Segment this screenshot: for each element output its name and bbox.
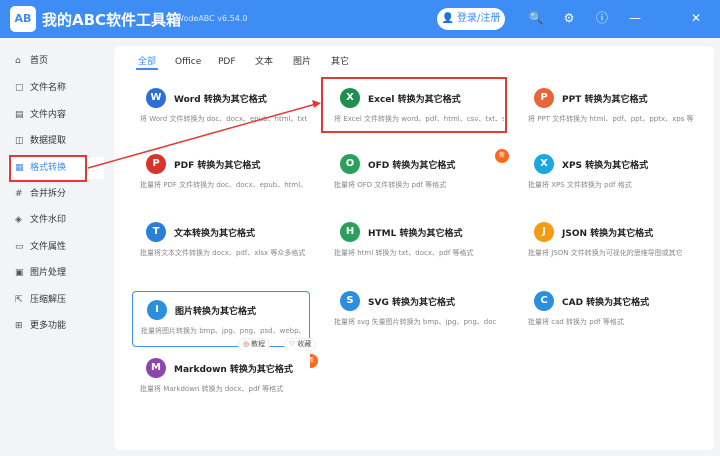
card-ofd[interactable]: O OFD 转换为其它格式 批量将 OFD 文件转换为 pdf 等格式 <box>326 146 504 202</box>
user-icon: 👤 <box>441 13 455 24</box>
sidebar-item-more[interactable]: ⊞ 更多功能 <box>8 315 104 337</box>
card-title: 文本转换为其它格式 <box>174 229 256 239</box>
svg-icon: S <box>340 291 360 311</box>
data-extract-icon: ◫ <box>15 136 24 146</box>
watermark-icon: ◈ <box>15 215 22 225</box>
title-bar: AB 我的ABC软件工具箱 WodeABC v6.54.0 👤 登录/注册 🔍 ⚙… <box>0 0 720 38</box>
home-icon: ⌂ <box>15 56 21 66</box>
tab-office[interactable]: Office <box>173 54 203 70</box>
card-desc: 批量将 OFD 文件转换为 pdf 等格式 <box>334 181 447 189</box>
card-title: Markdown 转换为其它格式 <box>174 365 293 375</box>
file-name-icon: ▢ <box>15 83 24 93</box>
xps-icon: X <box>534 154 554 174</box>
text-icon: T <box>146 222 166 242</box>
info-icon[interactable]: ⓘ <box>594 10 610 26</box>
card-xps[interactable]: X XPS 转换为其它格式 批量将 XPS 文件转换为 pdf 格式 <box>520 146 698 202</box>
app-title: 我的ABC软件工具箱 <box>42 11 182 29</box>
sidebar-item-file-name[interactable]: ▢ 文件名称 <box>8 77 104 99</box>
more-icon: ⊞ <box>15 321 23 331</box>
settings-icon[interactable]: ⚙ <box>561 10 577 26</box>
login-label: 登录/注册 <box>457 13 501 24</box>
sidebar-item-data-extract[interactable]: ◫ 数据提取 <box>8 130 104 152</box>
file-attr-icon: ▭ <box>15 242 24 252</box>
new-badge: 新 <box>495 149 509 163</box>
card-title: HTML 转换为其它格式 <box>368 229 463 239</box>
cad-icon: C <box>534 291 554 311</box>
tab-pdf[interactable]: PDF <box>216 54 238 70</box>
card-title: PDF 转换为其它格式 <box>174 161 261 171</box>
card-html[interactable]: H HTML 转换为其它格式 批量将 html 转换为 txt、docx、pdf… <box>326 214 504 270</box>
sidebar-item-file-content[interactable]: ▤ 文件内容 <box>8 104 104 126</box>
ofd-icon: O <box>340 154 360 174</box>
sidebar-item-home[interactable]: ⌂ 首页 <box>8 50 104 72</box>
app-version: WodeABC v6.54.0 <box>176 14 248 23</box>
highlight-box-sidebar <box>9 155 87 182</box>
card-title: SVG 转换为其它格式 <box>368 298 455 308</box>
tab-image[interactable]: 图片 <box>291 54 313 70</box>
card-word[interactable]: W Word 转换为其它格式 将 Word 文件转换为 doc、docx、epu… <box>132 80 310 136</box>
card-desc: 批量将 XPS 文件转换为 pdf 格式 <box>528 181 632 189</box>
tab-text[interactable]: 文本 <box>253 54 275 70</box>
card-desc: 批量将 html 转换为 txt、docx、pdf 等格式 <box>334 249 474 257</box>
card-ppt[interactable]: P PPT 转换为其它格式 将 PPT 文件转换为 html、pdf、ppt、p… <box>520 80 698 136</box>
app-logo: AB <box>10 6 36 32</box>
close-icon[interactable]: ✕ <box>688 10 704 26</box>
card-desc: 批量将图片转换为 bmp、jpg、png、psd、webp、 <box>141 327 306 335</box>
card-markdown[interactable]: M Markdown 转换为其它格式 批量将 Markdown 转换为 docx… <box>132 350 310 406</box>
card-title: XPS 转换为其它格式 <box>562 161 649 171</box>
image-process-icon: ▣ <box>15 268 24 278</box>
markdown-icon: M <box>146 358 166 378</box>
card-title: OFD 转换为其它格式 <box>368 161 456 171</box>
card-pdf[interactable]: P PDF 转换为其它格式 批量将 PDF 文件转换为 doc、docx、epu… <box>132 146 310 202</box>
sidebar: ⌂ 首页 ▢ 文件名称 ▤ 文件内容 ◫ 数据提取 ▦ 格式转换 # 合并拆分 ◈ 文件水印 … <box>0 38 108 456</box>
html-icon: H <box>340 222 360 242</box>
sidebar-item-watermark[interactable]: ◈ 文件水印 <box>8 209 104 231</box>
heart-icon: ♡ <box>289 340 296 348</box>
file-content-icon: ▤ <box>15 110 24 120</box>
pdf-icon: P <box>146 154 166 174</box>
sidebar-item-file-attr[interactable]: ▭ 文件属性 <box>8 236 104 258</box>
search-icon[interactable]: 🔍 <box>528 10 544 26</box>
card-text[interactable]: T 文本转换为其它格式 批量将文本文件转换为 docx、pdf、xlsx 等众多… <box>132 214 310 270</box>
card-title: CAD 转换为其它格式 <box>562 298 650 308</box>
card-json[interactable]: J JSON 转换为其它格式 批量将 JSON 文件转换为可视化的思维导图或其它 <box>520 214 698 270</box>
ppt-icon: P <box>534 88 554 108</box>
tab-all[interactable]: 全部 <box>136 54 159 70</box>
sidebar-item-merge-split[interactable]: # 合并拆分 <box>8 183 104 205</box>
card-title: Word 转换为其它格式 <box>174 95 267 105</box>
merge-split-icon: # <box>15 189 23 199</box>
card-desc: 批量将文本文件转换为 docx、pdf、xlsx 等众多格式 <box>140 249 306 257</box>
tab-other[interactable]: 其它 <box>329 54 351 70</box>
card-desc: 批量将 Markdown 转换为 docx、pdf 等格式 <box>140 385 284 393</box>
card-desc: 将 Word 文件转换为 doc、docx、epub、html、txt <box>140 115 308 123</box>
compress-icon: ⇱ <box>15 295 23 305</box>
card-desc: 批量将 JSON 文件转换为可视化的思维导图或其它 <box>528 249 683 257</box>
card-desc: 批量将 cad 转换为 pdf 等格式 <box>528 318 624 326</box>
tutorial-icon: ◎ <box>243 340 250 348</box>
highlight-box-excel <box>321 77 507 133</box>
card-desc: 将 PPT 文件转换为 html、pdf、ppt、pptx、xps 等 <box>528 115 694 123</box>
card-title: PPT 转换为其它格式 <box>562 95 648 105</box>
sidebar-item-compress[interactable]: ⇱ 压缩解压 <box>8 289 104 311</box>
card-image[interactable]: I 图片转换为其它格式 批量将图片转换为 bmp、jpg、png、psd、web… <box>132 291 310 347</box>
word-icon: W <box>146 88 166 108</box>
login-button[interactable]: 👤 登录/注册 <box>437 8 505 30</box>
sidebar-item-image-process[interactable]: ▣ 图片处理 <box>8 262 104 284</box>
card-cad[interactable]: C CAD 转换为其它格式 批量将 cad 转换为 pdf 等格式 <box>520 283 698 339</box>
card-desc: 批量将 PDF 文件转换为 doc、docx、epub、html、 <box>140 181 308 189</box>
card-title: JSON 转换为其它格式 <box>562 229 654 239</box>
json-icon: J <box>534 222 554 242</box>
minimize-icon[interactable]: — <box>627 10 643 26</box>
card-desc: 批量将 svg 矢量图片转换为 bmp、jpg、png、doc <box>334 318 497 326</box>
card-svg[interactable]: S SVG 转换为其它格式 批量将 svg 矢量图片转换为 bmp、jpg、pn… <box>326 283 504 339</box>
card-title: 图片转换为其它格式 <box>175 307 257 317</box>
image-icon: I <box>147 300 167 320</box>
